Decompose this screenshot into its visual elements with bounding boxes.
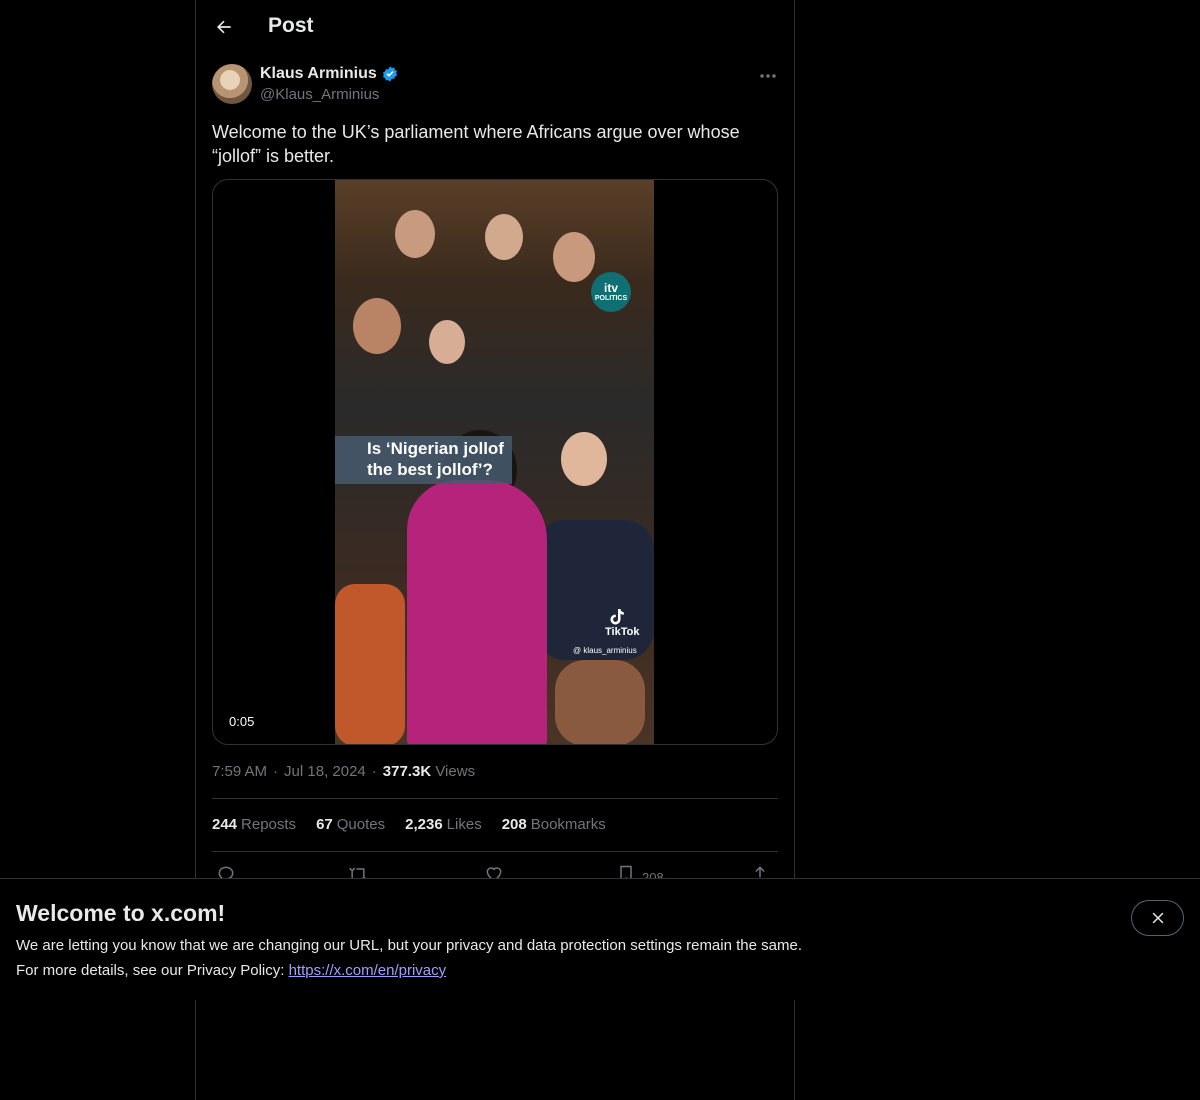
- video-caption-line1: Is ‘Nigerian jollof: [367, 439, 504, 458]
- arrow-left-icon: [217, 20, 231, 34]
- post-text-line1: Welcome to the UK’s parliament where Afr…: [212, 122, 740, 142]
- background-person: [353, 298, 401, 354]
- post-time[interactable]: 7:59 AM: [212, 763, 267, 780]
- post-date[interactable]: Jul 18, 2024: [284, 763, 366, 780]
- more-horizontal-icon: [760, 74, 776, 78]
- url-change-banner: Welcome to x.com! We are letting you kno…: [0, 878, 1200, 1000]
- divider: [212, 851, 778, 852]
- back-button[interactable]: [208, 11, 240, 43]
- author-display-name[interactable]: Klaus Arminius: [260, 65, 377, 83]
- tiktok-icon: [610, 609, 624, 625]
- author-handle[interactable]: @Klaus_Arminius: [260, 86, 379, 103]
- post-stats: 244 Reposts 67 Quotes 2,236 Likes 208 Bookma…: [212, 816, 606, 833]
- speaker-body: [407, 480, 547, 744]
- author-name[interactable]: Klaus Arminius: [260, 65, 399, 83]
- video-caption: Is ‘Nigerian jollof the best jollof’?: [335, 436, 512, 484]
- separator-dot: ·: [273, 763, 279, 780]
- post-header: Post: [196, 0, 794, 54]
- post-text: Welcome to the UK’s parliament where Afr…: [212, 120, 772, 168]
- banner-message: We are letting you know that we are chan…: [16, 937, 802, 954]
- privacy-policy-link[interactable]: https://x.com/en/privacy: [289, 962, 447, 979]
- more-options-button[interactable]: [756, 66, 780, 86]
- video-caption-line2: the best jollof’?: [367, 460, 493, 479]
- post-text-line2: “jollof” is better.: [212, 146, 335, 166]
- views-count: 377.3K: [382, 763, 432, 780]
- verified-badge-icon: [382, 66, 397, 82]
- background-person: [555, 660, 645, 744]
- bookmarks-stat[interactable]: 208 Bookmarks: [502, 816, 606, 833]
- background-person: [429, 320, 465, 364]
- background-person: [561, 432, 607, 486]
- banner-title: Welcome to x.com!: [16, 900, 226, 926]
- video-player[interactable]: Is ‘Nigerian jollof the best jollof’? it…: [212, 179, 778, 745]
- reposts-stat[interactable]: 244 Reposts: [212, 816, 296, 833]
- likes-stat[interactable]: 2,236 Likes: [405, 816, 482, 833]
- tiktok-watermark: TikTok: [605, 608, 654, 638]
- separator-dot: ·: [371, 763, 377, 780]
- background-person: [485, 214, 523, 260]
- itv-logo-sub: POLITICS: [594, 294, 628, 302]
- quotes-stat[interactable]: 67 Quotes: [316, 816, 385, 833]
- background-person: [553, 232, 595, 282]
- background-person: [535, 520, 654, 660]
- page-title: Post: [268, 14, 314, 37]
- views-label: Views: [435, 763, 476, 780]
- close-banner-button[interactable]: [1131, 900, 1184, 936]
- itv-logo-text: itv: [603, 280, 618, 295]
- tiktok-label: TikTok: [605, 626, 640, 638]
- background-person: [335, 584, 405, 744]
- video-duration: 0:05: [225, 712, 259, 731]
- avatar[interactable]: [212, 64, 252, 104]
- tiktok-username: @ klaus_arminius: [573, 646, 637, 655]
- close-icon: [1152, 912, 1163, 924]
- divider: [212, 798, 778, 799]
- video-frame[interactable]: Is ‘Nigerian jollof the best jollof’? it…: [335, 180, 654, 744]
- banner-privacy-line: For more details, see our Privacy Policy…: [16, 962, 446, 979]
- post-metadata: 7:59 AM · Jul 18, 2024 · 377.3K Views: [212, 763, 475, 780]
- banner-privacy-prefix: For more details, see our Privacy Policy…: [16, 962, 289, 979]
- itv-politics-logo: itv POLITICS: [591, 272, 631, 312]
- background-person: [395, 210, 435, 258]
